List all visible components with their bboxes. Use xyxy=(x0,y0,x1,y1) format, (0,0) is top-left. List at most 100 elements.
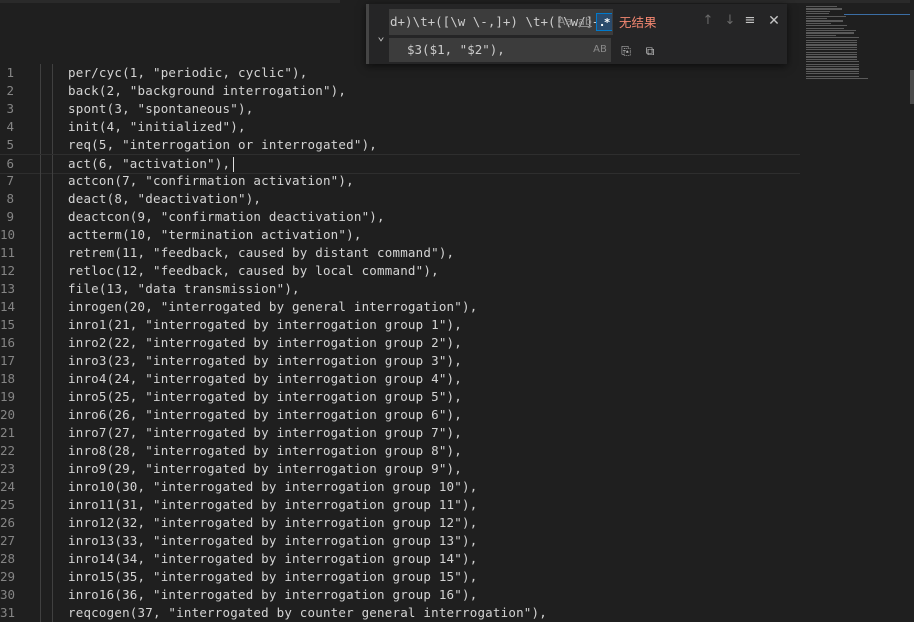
code-line[interactable]: 2 back(2, "background interrogation"), xyxy=(0,82,800,100)
line-code: actterm(10, "termination activation"), xyxy=(68,226,362,244)
replace-input[interactable]: $3($1, "$2"), AB xyxy=(389,38,611,62)
code-line[interactable]: 23 inro9(29, "interrogated by interrogati… xyxy=(0,460,800,478)
code-editor[interactable]: 1 per/cyc(1, "periodic, cyclic"), 2 back(2,… xyxy=(0,0,800,622)
code-line[interactable]: 10 actterm(10, "termination activation"), xyxy=(0,226,800,244)
indent-guide xyxy=(40,568,41,586)
code-line[interactable]: 14 inrogen(20, "interrogated by general i… xyxy=(0,298,800,316)
next-match-icon[interactable]: ↓ xyxy=(721,12,739,30)
line-code: inro3(23, "interrogated by interrogation… xyxy=(68,352,462,370)
indent-guide xyxy=(52,478,53,496)
line-code-text: inro2(22, "interrogated by interrogation… xyxy=(68,335,463,350)
line-code-text: per/cyc(1, "periodic, cyclic"), xyxy=(68,65,308,80)
indent-guide xyxy=(52,406,53,424)
replace-all-icon[interactable]: ⧉ xyxy=(641,42,659,60)
minimap[interactable] xyxy=(804,4,910,94)
replace-one-icon[interactable]: ⎘ xyxy=(617,42,635,60)
close-icon[interactable]: ✕ xyxy=(765,12,783,30)
indent-guide xyxy=(40,155,41,173)
indent-guide xyxy=(52,388,53,406)
previous-match-icon[interactable]: ↑ xyxy=(699,12,717,30)
code-line[interactable]: 17 inro3(23, "interrogated by interrogati… xyxy=(0,352,800,370)
indent-guide xyxy=(40,532,41,550)
line-number: 14 xyxy=(0,299,16,314)
code-line[interactable]: 29 inro15(35, "interrogated by interrogat… xyxy=(0,568,800,586)
line-code: act(6, "activation"), xyxy=(68,155,235,173)
code-line[interactable]: 24 inro10(30, "interrogated by interrogat… xyxy=(0,478,800,496)
minimap-line xyxy=(806,78,868,80)
indent-guide xyxy=(40,298,41,316)
minimap-line xyxy=(806,66,859,68)
code-line[interactable]: 21 inro7(27, "interrogated by interrogati… xyxy=(0,424,800,442)
scrollbar-thumb[interactable] xyxy=(910,70,914,104)
code-line[interactable]: 18 inro4(24, "interrogated by interrogati… xyxy=(0,370,800,388)
code-line[interactable]: 7 actcon(7, "confirmation activation"), xyxy=(0,172,800,190)
indent-guide xyxy=(40,244,41,262)
code-line[interactable]: 15 inro1(21, "interrogated by interrogati… xyxy=(0,316,800,334)
code-line[interactable]: 25 inro11(31, "interrogated by interrogat… xyxy=(0,496,800,514)
match-case-toggle[interactable]: Aa xyxy=(556,13,574,31)
code-line[interactable]: 12 retloc(12, "feedback, caused by local … xyxy=(0,262,800,280)
line-code-text: inro1(21, "interrogated by interrogation… xyxy=(68,317,463,332)
minimap-line xyxy=(806,32,854,34)
code-line[interactable]: 11 retrem(11, "feedback, caused by distan… xyxy=(0,244,800,262)
code-line[interactable]: 16 inro2(22, "interrogated by interrogati… xyxy=(0,334,800,352)
line-code-text: inro16(36, "interrogated by interrogatio… xyxy=(68,587,478,602)
code-line[interactable]: 20 inro6(26, "interrogated by interrogati… xyxy=(0,406,800,424)
code-line[interactable]: 8 deact(8, "deactivation"), xyxy=(0,190,800,208)
indent-guide xyxy=(40,172,41,190)
code-line[interactable]: 27 inro13(33, "interrogated by interrogat… xyxy=(0,532,800,550)
line-code-text: inro5(25, "interrogated by interrogation… xyxy=(68,389,463,404)
line-code-text: inro3(23, "interrogated by interrogation… xyxy=(68,353,463,368)
line-code-text: inro8(28, "interrogated by interrogation… xyxy=(68,443,463,458)
line-code: inro9(29, "interrogated by interrogation… xyxy=(68,460,462,478)
code-line[interactable]: 9 deactcon(9, "confirmation deactivation"… xyxy=(0,208,800,226)
indent-guide xyxy=(40,478,41,496)
preserve-case-toggle[interactable]: AB xyxy=(591,41,609,59)
indent-guide xyxy=(52,496,53,514)
line-number: 24 xyxy=(0,479,16,494)
find-replace-widget: ⌄ d+)\t+([\w \-,]+) \t+([\w/]+ Aa ab .* … xyxy=(366,4,787,64)
indent-guide xyxy=(52,190,53,208)
code-line[interactable]: 4 init(4, "initialized"), xyxy=(0,118,800,136)
line-code: inro16(36, "interrogated by interrogatio… xyxy=(68,586,477,604)
minimap-line xyxy=(806,8,842,10)
minimap-line xyxy=(806,58,857,61)
minimap-line xyxy=(806,56,857,58)
line-code: inro5(25, "interrogated by interrogation… xyxy=(68,388,462,406)
line-code-text: inro6(26, "interrogated by interrogation… xyxy=(68,407,463,422)
code-line[interactable]: 26 inro12(32, "interrogated by interrogat… xyxy=(0,514,800,532)
line-code: deactcon(9, "confirmation deactivation")… xyxy=(68,208,385,226)
code-line[interactable]: 28 inro14(34, "interrogated by interrogat… xyxy=(0,550,800,568)
code-line[interactable]: 30 inro16(36, "interrogated by interrogat… xyxy=(0,586,800,604)
code-line[interactable]: 13 file(13, "data transmission"), xyxy=(0,280,800,298)
line-number: 19 xyxy=(0,389,16,404)
line-code: deact(8, "deactivation"), xyxy=(68,190,261,208)
code-line[interactable]: 19 inro5(25, "interrogated by interrogati… xyxy=(0,388,800,406)
code-line[interactable]: 5 req(5, "interrogation or interrogated")… xyxy=(0,136,800,154)
code-line[interactable]: 3 spont(3, "spontaneous"), xyxy=(0,100,800,118)
line-code-text: inrogen(20, "interrogated by general int… xyxy=(68,299,478,314)
indent-guide xyxy=(52,442,53,460)
code-line[interactable]: 1 per/cyc(1, "periodic, cyclic"), xyxy=(0,64,800,82)
line-number: 20 xyxy=(0,407,16,422)
minimap-line xyxy=(806,73,859,75)
line-number: 28 xyxy=(0,551,16,566)
indent-guide xyxy=(40,82,41,100)
line-code-text: retrem(11, "feedback, caused by distant … xyxy=(68,245,455,260)
whole-word-toggle[interactable]: ab xyxy=(576,13,594,31)
find-in-selection-icon[interactable]: ≡ xyxy=(741,12,759,30)
line-code: inro2(22, "interrogated by interrogation… xyxy=(68,334,462,352)
line-number: 23 xyxy=(0,461,16,476)
find-input[interactable]: d+)\t+([\w \-,]+) \t+([\w/]+ Aa ab .* xyxy=(389,9,613,35)
line-number: 11 xyxy=(0,245,16,260)
toggle-replace-icon[interactable]: ⌄ xyxy=(373,28,389,44)
line-code-text: deactcon(9, "confirmation deactivation")… xyxy=(68,209,385,224)
minimap-line xyxy=(806,18,827,20)
line-code: inro6(26, "interrogated by interrogation… xyxy=(68,406,462,424)
code-line[interactable]: 22 inro8(28, "interrogated by interrogati… xyxy=(0,442,800,460)
code-line[interactable]: 31 reqcogen(37, "interrogated by counter … xyxy=(0,604,800,622)
regex-toggle[interactable]: .* xyxy=(596,13,612,31)
code-line[interactable]: 6 act(6, "activation"), xyxy=(0,154,800,174)
line-number: 9 xyxy=(6,209,14,224)
line-number: 31 xyxy=(0,605,16,620)
